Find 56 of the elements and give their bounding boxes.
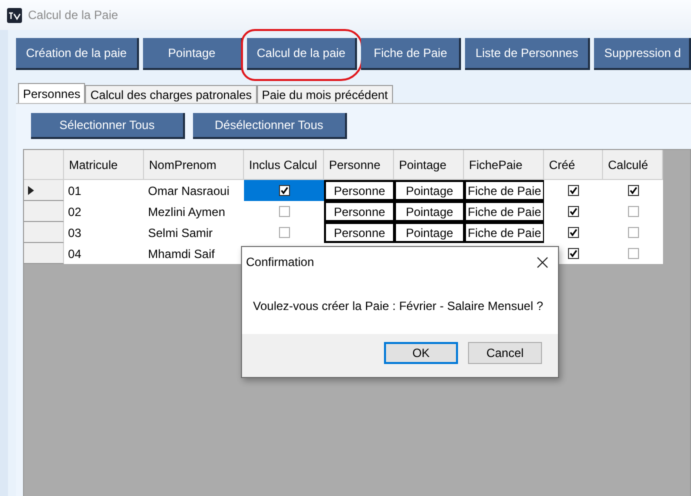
table-cell: Mhamdi Saif — [148, 246, 215, 260]
column-header[interactable]: Personne — [329, 158, 380, 170]
tab[interactable]: Paie du mois précédent — [256, 85, 393, 103]
cell-button[interactable]: Personne — [324, 222, 394, 243]
toolbar-button[interactable]: Fiche de Paie — [361, 38, 462, 70]
toolbar-button[interactable]: Création de la paie — [16, 38, 139, 70]
column-header[interactable]: Pointage — [399, 158, 446, 170]
current-row-icon — [28, 186, 34, 194]
checkbox[interactable] — [628, 206, 638, 217]
checkbox[interactable] — [568, 206, 579, 217]
checkbox[interactable] — [568, 227, 579, 238]
checkbox[interactable] — [568, 185, 579, 196]
dialog-message: Voulez-vous créer la Paie : Février - Salaire Mensuel ? — [253, 299, 544, 313]
tab[interactable]: Personnes — [18, 83, 86, 103]
column-header[interactable]: Matricule — [69, 158, 118, 170]
checkbox[interactable] — [278, 227, 290, 238]
action-button[interactable]: Désélectionner Tous — [193, 113, 347, 139]
column-header[interactable]: NomPrenom — [149, 158, 216, 170]
dialog-button[interactable]: OK — [384, 342, 458, 364]
table-cell: Omar Nasraoui — [148, 184, 230, 198]
row-header[interactable] — [24, 180, 64, 201]
table-cell: 03 — [68, 226, 82, 240]
column-header[interactable]: Calculé — [608, 158, 648, 170]
cell-button[interactable]: Fiche de Paie — [464, 180, 544, 201]
cell-button[interactable]: Personne — [324, 201, 394, 222]
checkbox[interactable] — [568, 248, 579, 259]
window-title: Calcul de la Paie — [28, 8, 118, 22]
checkbox[interactable] — [628, 227, 638, 238]
cell-button[interactable]: Pointage — [394, 180, 464, 201]
table-cell: 04 — [68, 246, 82, 260]
column-header[interactable]: FichePaie — [469, 158, 522, 170]
checkbox[interactable] — [628, 248, 638, 259]
column-header[interactable]: Créé — [549, 158, 576, 170]
checkbox[interactable] — [278, 185, 290, 196]
checkbox[interactable] — [278, 206, 290, 217]
dialog-title: Confirmation — [246, 255, 314, 269]
table-cell: 02 — [68, 204, 82, 218]
toolbar-button[interactable]: Calcul de la paie — [246, 38, 358, 70]
dialog-button[interactable]: Cancel — [468, 342, 542, 364]
cell-button[interactable]: Fiche de Paie — [464, 222, 544, 243]
cell-button[interactable]: Pointage — [394, 222, 464, 243]
tab[interactable]: Calcul des charges patronales — [85, 85, 257, 103]
toolbar-button[interactable]: Pointage — [142, 38, 243, 70]
close-icon[interactable] — [537, 256, 548, 268]
table-cell: 01 — [68, 184, 82, 198]
app-logo-icon — [7, 8, 22, 22]
cell-button[interactable]: Fiche de Paie — [464, 201, 544, 222]
checkbox[interactable] — [628, 185, 638, 196]
table-cell: Mezlini Aymen — [148, 204, 226, 218]
toolbar-button[interactable]: Suppression d — [594, 38, 691, 70]
cell-button[interactable]: Personne — [324, 180, 394, 201]
cell-button[interactable]: Pointage — [394, 201, 464, 222]
toolbar-button[interactable]: Liste de Personnes — [465, 38, 590, 70]
table-cell: Selmi Samir — [148, 226, 213, 240]
action-button[interactable]: Sélectionner Tous — [31, 113, 185, 139]
column-header[interactable]: Inclus Calcul — [249, 158, 318, 170]
